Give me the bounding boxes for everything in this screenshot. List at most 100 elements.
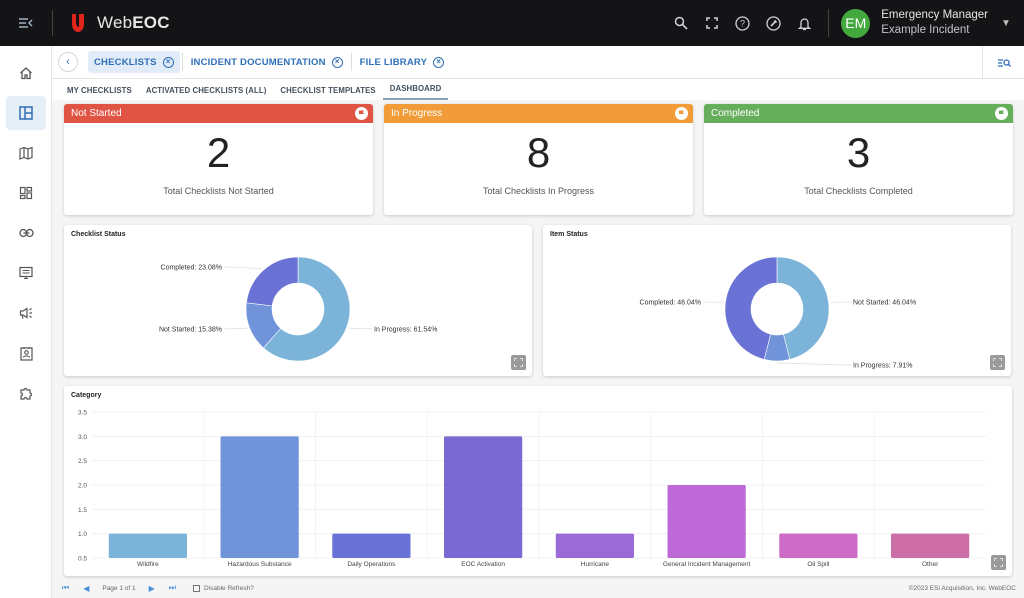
collapse-menu-button[interactable] <box>0 0 52 46</box>
sidebar-item-announcements[interactable] <box>6 296 46 330</box>
sidebar-item-maps[interactable] <box>6 136 46 170</box>
flag-icon <box>995 107 1008 120</box>
bar-eoc-activation[interactable] <box>444 436 523 558</box>
card-label: Total Checklists In Progress <box>482 186 595 196</box>
home-icon <box>20 67 32 80</box>
notifications-button[interactable] <box>789 0 820 46</box>
checklist-subtabs: MY CHECKLISTS ACTIVATED CHECKLISTS (ALL)… <box>52 79 1024 100</box>
last-page-button[interactable]: ⏭ <box>169 583 176 593</box>
first-page-button[interactable]: ⏮ <box>62 583 69 593</box>
search-icon <box>674 16 688 30</box>
divider <box>350 53 352 71</box>
sidebar-item-contacts[interactable] <box>6 336 46 370</box>
disable-refresh-label: Disable Refresh? <box>203 584 254 592</box>
x-tick-label: Other <box>922 561 939 568</box>
bell-icon <box>798 17 812 30</box>
sidebar-item-display[interactable] <box>6 256 46 290</box>
subtab-my-checklists[interactable]: MY CHECKLISTS <box>60 86 139 100</box>
svg-text:?: ? <box>740 18 745 28</box>
card-label: Total Checklists Completed <box>804 186 913 196</box>
tab-incident-documentation[interactable]: INCIDENT DOCUMENTATION × <box>185 51 349 73</box>
widgets-icon <box>19 186 33 200</box>
category-panel: Category 0.5 1.0 1.5 2.0 2.5 3.0 3.5 Wildfire Ha… <box>64 386 1012 576</box>
sidebar-item-links[interactable] <box>6 216 46 250</box>
main-content: ‹ CHECKLISTS × INCIDENT DOCUMENTATION × FI… <box>52 46 1024 598</box>
fullscreen-icon <box>993 358 1002 367</box>
x-tick-label: Wildfire <box>137 561 159 568</box>
card-value: 2 <box>206 129 231 176</box>
user-menu-dropdown[interactable]: ▼ <box>988 18 1024 29</box>
close-tab-icon[interactable]: × <box>162 56 174 68</box>
sidebar-item-widgets[interactable] <box>6 176 46 210</box>
label-leader-line <box>776 362 851 366</box>
x-tick-label: General Incident Management <box>663 561 751 568</box>
y-tick-label: 2.5 <box>78 458 87 465</box>
bar-wildfire[interactable] <box>108 533 187 558</box>
expand-chart-button[interactable] <box>511 355 526 370</box>
pie-slice-completed[interactable] <box>246 256 299 307</box>
summary-cards: Not Started 2 Total Checklists Not Start… <box>64 104 1013 215</box>
label-leader-line <box>224 327 248 330</box>
tab-checklists[interactable]: CHECKLISTS × <box>88 51 180 73</box>
item-status-chart: Not Started: 46.04% In Progress: 7.91% Com… <box>640 256 916 370</box>
card-value: 8 <box>526 129 551 176</box>
bar-daily-operations[interactable] <box>332 533 411 558</box>
list-search-button[interactable] <box>982 46 1024 79</box>
pie-label: Not Started: 15.38% <box>159 326 222 333</box>
sidebar-item-plugins[interactable] <box>6 376 46 410</box>
expand-chart-button[interactable] <box>991 555 1006 570</box>
user-name: Emergency Manager <box>881 9 988 21</box>
flag-icon <box>355 107 368 120</box>
flag-icon <box>675 107 688 120</box>
menu-collapse-icon <box>19 18 33 28</box>
sidebar-item-boards[interactable] <box>6 96 46 130</box>
x-tick-label: Oil Spill <box>807 561 830 568</box>
pie-label: In Progress: 61.54% <box>374 326 437 333</box>
contact-card-icon <box>19 346 33 361</box>
y-tick-label: 3.0 <box>78 434 87 441</box>
help-button[interactable]: ? <box>727 0 758 46</box>
item-status-panel: Item Status Not Started: 46.04% In Progre… <box>543 225 1011 376</box>
bar-hazardous-substance[interactable] <box>220 436 299 558</box>
y-tick-label: 2.0 <box>78 483 87 490</box>
divider <box>181 53 183 71</box>
checklist-status-panel: Checklist Status In Progress: 61.54% Not … <box>64 225 532 376</box>
subtab-checklist-templates[interactable]: CHECKLIST TEMPLATES <box>273 86 382 100</box>
user-menu[interactable]: Emergency Manager Example Incident <box>881 8 988 38</box>
fullscreen-button[interactable] <box>696 0 727 46</box>
tools-button[interactable] <box>758 0 789 46</box>
pie-label: Completed: 23.08% <box>161 265 222 272</box>
close-tab-icon[interactable]: × <box>331 56 343 68</box>
caret-down-icon: ▼ <box>1001 17 1011 29</box>
next-page-button[interactable]: ▶ <box>149 584 155 593</box>
bar-oil-spill[interactable] <box>779 533 858 558</box>
avatar[interactable]: EM <box>841 8 871 38</box>
card-completed: Completed 3 Total Checklists Completed <box>704 104 1013 215</box>
card-header: Not Started <box>64 104 373 123</box>
prev-page-button[interactable]: ◀ <box>83 584 89 593</box>
expand-chart-button[interactable] <box>990 355 1005 370</box>
card-not-started: Not Started 2 Total Checklists Not Start… <box>64 104 373 215</box>
fullscreen-icon <box>706 17 718 29</box>
sidebar <box>0 46 52 598</box>
subtab-activated-checklists[interactable]: ACTIVATED CHECKLISTS (ALL) <box>139 86 274 100</box>
module-tabs: ‹ CHECKLISTS × INCIDENT DOCUMENTATION × FI… <box>52 46 1024 79</box>
tab-file-library[interactable]: FILE LIBRARY × <box>354 51 451 73</box>
bar-hurricane[interactable] <box>555 533 634 558</box>
fullscreen-icon <box>994 558 1003 567</box>
app-logo[interactable]: WebEOC <box>71 13 170 33</box>
app-name: WebEOC <box>97 13 170 32</box>
back-button[interactable]: ‹ <box>58 52 78 72</box>
bar-other[interactable] <box>891 533 970 558</box>
y-tick-label: 1.0 <box>78 531 87 538</box>
footer: ⏮ ◀ Page 1 of 1 ▶ ⏭ Disable Refresh? ©20… <box>52 578 1024 598</box>
pie-label: Not Started: 46.04% <box>853 300 916 307</box>
sidebar-item-home[interactable] <box>6 56 46 90</box>
list-search-icon <box>997 58 1011 67</box>
close-tab-icon[interactable]: × <box>433 56 445 68</box>
search-button[interactable] <box>665 0 696 46</box>
disable-refresh-checkbox[interactable] <box>192 584 200 592</box>
subtab-dashboard[interactable]: DASHBOARD <box>382 84 449 100</box>
puzzle-icon <box>19 387 32 400</box>
bar-general-incident-management[interactable] <box>667 485 746 558</box>
